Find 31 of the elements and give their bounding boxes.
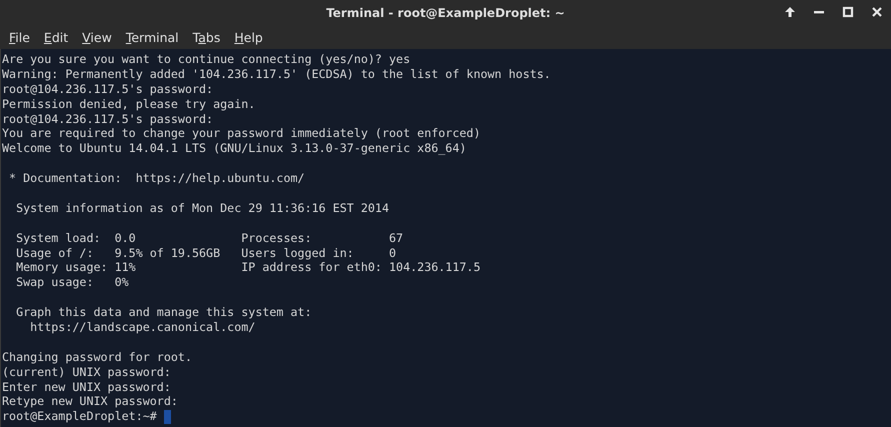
menu-item[interactable]: Tabs <box>186 28 226 46</box>
terminal-line: Usage of /: 9.5% of 19.56GB Users logged in: 0 <box>15 246 398 260</box>
terminal-line: System load: 0.0 Processes: 67 <box>15 230 404 246</box>
maximize-icon <box>842 6 854 18</box>
terminal-line: Warning: Permanently added '104.236.117.5' (ECDSA) to the list of known hosts. <box>2 66 552 82</box>
terminal-line: * Documentation: https://help.ubuntu.com/ <box>8 171 306 186</box>
terminal-line: root@104.236.117.5's password: <box>2 82 214 97</box>
menu-item[interactable]: Help <box>228 28 269 46</box>
terminal-line: Graph this data and manage this system at: <box>15 305 313 320</box>
terminal-line: Permission denied, please try again. <box>2 96 256 112</box>
terminal-line: Enter new UNIX password: <box>2 380 172 394</box>
terminal-line: (current) UNIX password: <box>2 364 172 380</box>
maximize-button[interactable] <box>840 4 856 20</box>
terminal-line: Retype new UNIX password: <box>2 394 179 410</box>
terminal-line: System information as of Mon Dec 29 11:36:16 EST 2014 <box>15 200 390 216</box>
terminal-line: Are you sure you want to continue connecting (yes/no)? yes <box>2 52 412 67</box>
window-title: Terminal - root@ExampleDroplet: ~ <box>326 6 565 20</box>
terminal-line: Changing password for root. <box>2 350 193 365</box>
menu-item[interactable]: Edit <box>38 28 74 46</box>
close-icon <box>871 6 883 18</box>
menu-item[interactable]: Terminal <box>120 28 185 46</box>
up-arrow-icon <box>784 6 796 18</box>
terminal-line: root@104.236.117.5's password: <box>2 112 214 126</box>
menu-item[interactable]: File <box>3 28 36 46</box>
menu-item[interactable]: View <box>76 28 118 46</box>
terminal-line: Welcome to Ubuntu 14.04.1 LTS (GNU/Linux 3.13.0-37-generic x86_64) <box>2 141 468 156</box>
terminal-line: You are required to change your password immediately (root enforced) <box>2 126 482 142</box>
terminal-line: https://landscape.canonical.com/ <box>29 320 256 335</box>
terminal-line: Swap usage: 0% <box>15 275 130 290</box>
terminal-line: Memory usage: 11% IP address for eth0: 104.236.117.5 <box>15 260 482 276</box>
shell-prompt: root@ExampleDroplet:~# <box>2 409 157 424</box>
